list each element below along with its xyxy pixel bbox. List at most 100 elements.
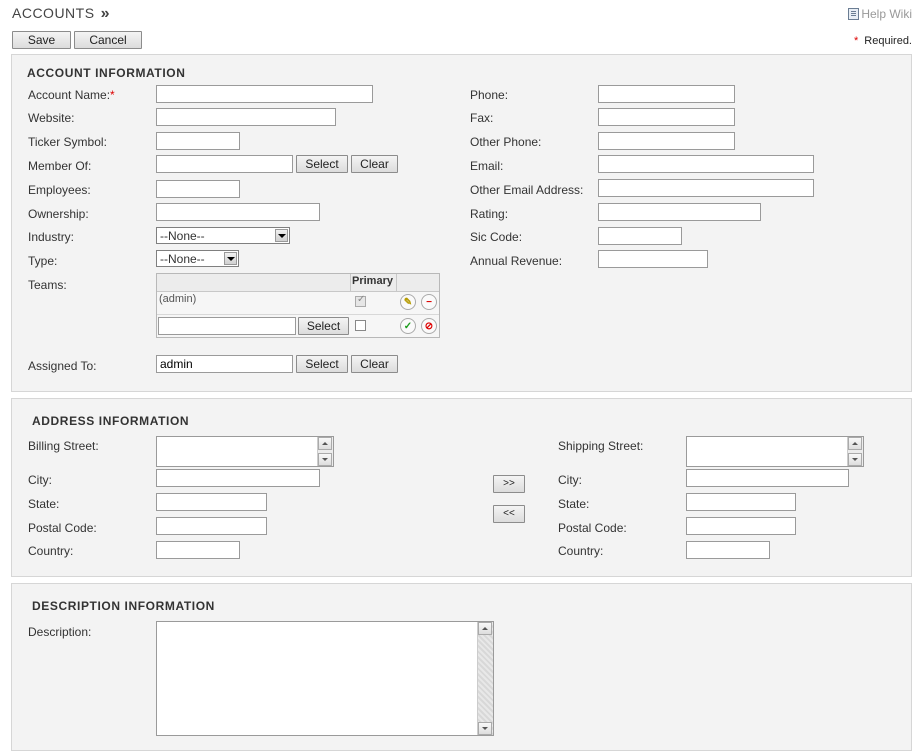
shipping-country-input[interactable] [686,541,770,559]
billing-street-label: Billing Street: [28,439,99,453]
description-label: Description: [28,625,92,639]
module-name: ACCOUNTS [12,5,95,21]
other-email-label: Other Email Address: [470,183,584,197]
rating-label: Rating: [470,207,509,221]
assigned-to-select-button[interactable]: Select [296,355,348,373]
scroll-down-arrow-icon[interactable] [478,722,492,735]
other-phone-input[interactable] [598,132,735,150]
team-name: (admin) [159,293,197,305]
phone-input[interactable] [598,85,735,103]
scroll-up-arrow-icon[interactable] [318,437,332,450]
account-name-label-text: Account Name: [28,88,111,102]
team-select-button[interactable]: Select [298,317,349,335]
ticker-symbol-input[interactable] [156,132,240,150]
section-title-address: ADDRESS INFORMATION [32,414,190,428]
dropdown-arrow-icon [224,252,237,265]
teams-table: Primary (admin) ✎ − Select ✓ ⊘ [156,273,440,338]
description-textarea[interactable] [156,621,494,736]
shipping-state-label: State: [558,497,590,511]
scroll-up-arrow-icon[interactable] [848,437,862,450]
shipping-postal-code-input[interactable] [686,517,796,535]
sic-code-label: Sic Code: [470,230,523,244]
scroll-down-arrow-icon[interactable] [848,453,862,466]
checkmark-icon[interactable]: ✓ [400,318,416,334]
fax-input[interactable] [598,108,735,126]
employees-input[interactable] [156,180,240,198]
ownership-input[interactable] [156,203,320,221]
pencil-icon[interactable]: ✎ [400,294,416,310]
scroll-down-arrow-icon[interactable] [318,453,332,466]
website-label: Website: [28,111,75,125]
assigned-to-input[interactable] [156,355,293,373]
required-legend: * Required. [854,35,912,47]
billing-postal-code-input[interactable] [156,517,267,535]
email-input[interactable] [598,155,814,173]
team-name-input[interactable] [158,317,296,335]
primary-team-checkbox[interactable] [355,294,366,307]
required-star: * [854,35,859,47]
annual-revenue-input[interactable] [598,250,708,268]
billing-postal-code-label: Postal Code: [28,521,97,535]
teams-label: Teams: [28,278,67,292]
assigned-to-label: Assigned To: [28,359,97,373]
type-selected-value: --None-- [160,251,205,266]
help-wiki-link[interactable]: Help Wiki [848,7,912,21]
billing-city-label: City: [28,473,52,487]
billing-street-textarea[interactable] [156,436,334,467]
billing-city-input[interactable] [156,469,320,487]
section-title-account: ACCOUNT INFORMATION [27,66,186,80]
member-of-input[interactable] [156,155,293,173]
member-of-clear-button[interactable]: Clear [351,155,398,173]
row-divider [157,314,439,315]
annual-revenue-label: Annual Revenue: [470,254,563,268]
scrollbar[interactable] [847,437,863,466]
section-title-description: DESCRIPTION INFORMATION [32,599,215,613]
type-select[interactable]: --None-- [156,250,239,267]
billing-country-input[interactable] [156,541,240,559]
cancel-button[interactable]: Cancel [74,31,142,49]
other-email-input[interactable] [598,179,814,197]
shipping-city-label: City: [558,473,582,487]
account-name-label: Account Name:* [28,88,115,102]
phone-label: Phone: [470,88,509,102]
column-divider [396,274,397,291]
industry-label: Industry: [28,230,75,244]
type-label: Type: [28,254,58,268]
sic-code-input[interactable] [598,227,682,245]
save-button[interactable]: Save [12,31,71,49]
member-of-label: Member Of: [28,159,92,173]
shipping-street-label: Shipping Street: [558,439,644,453]
scrollbar[interactable] [317,437,333,466]
website-input[interactable] [156,108,336,126]
billing-country-label: Country: [28,544,74,558]
industry-select[interactable]: --None-- [156,227,290,244]
help-page-icon [848,8,860,20]
shipping-postal-code-label: Postal Code: [558,521,627,535]
employees-label: Employees: [28,183,91,197]
scroll-up-arrow-icon[interactable] [478,622,492,635]
no-entry-icon[interactable]: ⊘ [421,318,437,334]
shipping-city-input[interactable] [686,469,849,487]
industry-selected-value: --None-- [160,228,205,243]
shipping-state-input[interactable] [686,493,796,511]
account-name-input[interactable] [156,85,373,103]
other-phone-label: Other Phone: [470,135,542,149]
assigned-to-clear-button[interactable]: Clear [351,355,398,373]
new-team-primary-checkbox[interactable] [355,320,366,331]
rating-input[interactable] [598,203,761,221]
primary-column-header: Primary [352,275,393,287]
required-text: Required. [864,35,912,47]
billing-state-input[interactable] [156,493,267,511]
copy-to-shipping-button[interactable]: >> [493,475,525,493]
shipping-street-textarea[interactable] [686,436,864,467]
account-information-panel [11,54,912,392]
copy-to-billing-button[interactable]: << [493,505,525,523]
minus-circle-icon[interactable]: − [421,294,437,310]
email-label: Email: [470,159,504,173]
scrollbar[interactable] [477,622,493,735]
dropdown-arrow-icon [275,229,288,242]
fax-label: Fax: [470,111,494,125]
member-of-select-button[interactable]: Select [296,155,348,173]
page-title: ACCOUNTS » [12,5,110,23]
ownership-label: Ownership: [28,207,89,221]
